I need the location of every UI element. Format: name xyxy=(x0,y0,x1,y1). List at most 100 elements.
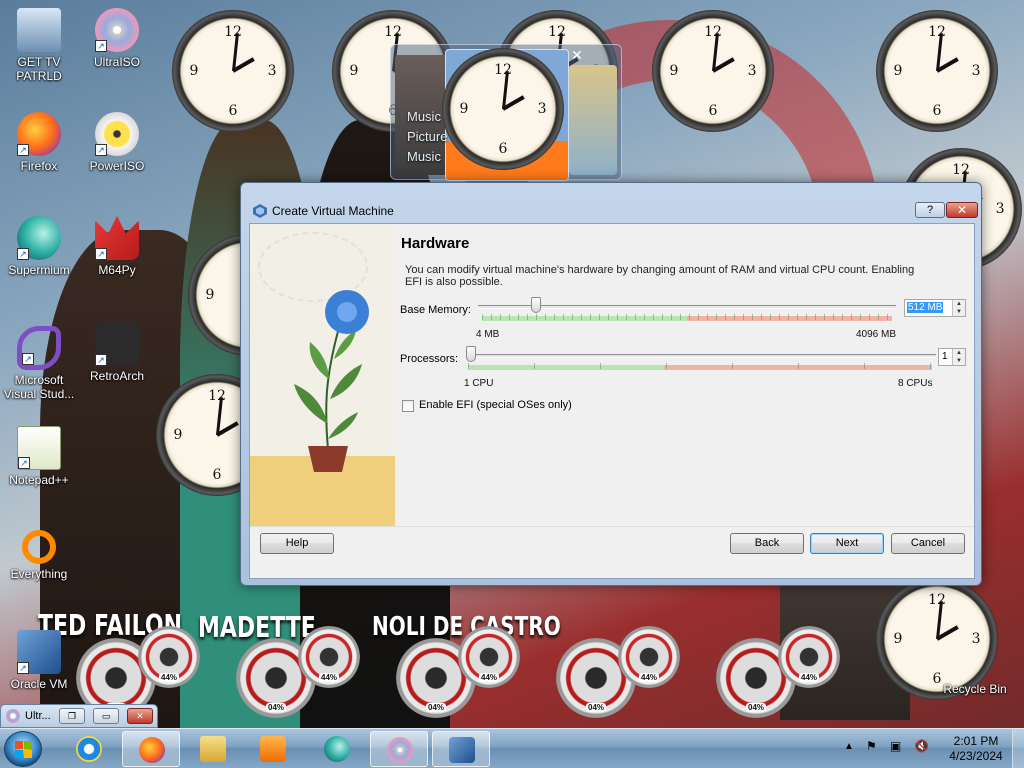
clock-gadget[interactable]: 12369 xyxy=(652,10,774,132)
disc-icon: ↗ xyxy=(95,8,139,52)
notepad-icon: ↗ xyxy=(17,426,61,470)
desktop-icon-ultraiso[interactable]: ↗ UltraISO xyxy=(80,8,154,69)
memory-gauge-gadget[interactable]: 44% xyxy=(618,626,680,688)
enable-efi-label[interactable]: Enable EFI (special OSes only) xyxy=(419,399,572,411)
dialog-content: Hardware You can modify virtual machine'… xyxy=(249,223,975,579)
cancel-button[interactable]: Cancel xyxy=(891,533,965,554)
memory-gauge-value: 44% xyxy=(478,673,500,682)
disc-icon xyxy=(6,709,20,723)
processors-slider-track[interactable] xyxy=(466,354,936,358)
page-description: You can modify virtual machine's hardwar… xyxy=(405,264,915,288)
restore-button[interactable]: ❐ xyxy=(59,708,85,724)
action-center-flag-icon[interactable]: ⚑ xyxy=(866,739,877,753)
desktop-icon-retroarch[interactable]: ↗ RetroArch xyxy=(80,322,154,383)
dialog-title: Create Virtual Machine xyxy=(272,204,394,218)
desktop-icon-label: Supermium xyxy=(8,263,70,277)
minimized-window-title: Ultr... xyxy=(25,710,51,722)
desktop-icon-m64py[interactable]: ↗ M64Py xyxy=(80,216,154,277)
base-memory-max-label: 4096 MB xyxy=(856,329,897,340)
desktop-icon-supermium[interactable]: ↗ Supermium xyxy=(2,216,76,277)
windows-logo-icon xyxy=(15,741,32,758)
desktop-icon-everything[interactable]: Everything xyxy=(2,530,76,581)
thumbnail-menu-item: Picture xyxy=(407,129,448,144)
disc-icon: ↗ xyxy=(95,112,139,156)
desktop-icon-label: UltraISO xyxy=(93,55,140,69)
taskbar-file-explorer[interactable] xyxy=(184,731,242,767)
cpu-gauge-value: 04% xyxy=(585,703,607,712)
close-button[interactable]: ✕ xyxy=(127,708,153,724)
base-memory-value[interactable]: 512 MB xyxy=(907,302,944,313)
page-title: Hardware xyxy=(401,235,470,252)
base-memory-ticks xyxy=(482,314,892,320)
memory-gauge-gadget[interactable]: 44% xyxy=(298,626,360,688)
clock-gadget[interactable]: 12369 xyxy=(442,48,564,170)
memory-gauge-value: 44% xyxy=(318,673,340,682)
maximize-button[interactable]: ▭ xyxy=(93,708,119,724)
desktop-icon-oracle-vm[interactable]: ↗ Oracle VM xyxy=(2,630,76,691)
minimized-window-ultraiso[interactable]: Ultr... ❐ ▭ ✕ xyxy=(0,704,158,728)
desktop-icon-get-tv-patrld[interactable]: GET TV PATRLD xyxy=(2,8,76,83)
retroarch-icon: ↗ xyxy=(95,322,139,366)
start-button[interactable] xyxy=(4,731,42,767)
spin-arrows-icon[interactable]: ▲ ▼ xyxy=(952,300,965,316)
desktop-icon-label: PowerISO xyxy=(89,159,145,173)
show-hidden-icons-icon[interactable]: ▲ xyxy=(844,741,854,752)
processors-label: Processors: xyxy=(400,353,459,365)
desktop-icon-label: Microsoft Visual Stud... xyxy=(3,373,75,401)
banner-text: MADETTE xyxy=(198,612,316,645)
processors-ticks xyxy=(468,363,932,369)
firefox-icon xyxy=(139,737,165,763)
back-button[interactable]: Back xyxy=(730,533,804,554)
processors-value[interactable]: 1 xyxy=(941,351,949,362)
thumbnail-card[interactable] xyxy=(569,65,617,175)
taskbar-ultraiso[interactable] xyxy=(370,731,428,767)
desktop-icon-label: M64Py xyxy=(98,263,136,277)
processors-spinbox[interactable]: 1 ▲ ▼ xyxy=(938,348,966,366)
enable-efi-checkbox[interactable] xyxy=(402,400,414,412)
dialog-button-bar: Help Back Next Cancel xyxy=(250,526,974,578)
help-button[interactable]: Help xyxy=(260,533,334,554)
help-titlebar-button[interactable]: ? xyxy=(915,202,945,218)
taskbar-media-player[interactable] xyxy=(244,731,302,767)
network-icon[interactable]: ▣ xyxy=(890,739,901,753)
thumbnail-menu-item: Music xyxy=(407,149,441,164)
memory-gauge-gadget[interactable]: 44% xyxy=(458,626,520,688)
show-desktop-button[interactable] xyxy=(1012,729,1024,768)
desktop-icon-label: Oracle VM xyxy=(10,677,68,691)
taskbar-clock[interactable]: 2:01 PM 4/23/2024 xyxy=(944,734,1008,764)
taskbar-internet-explorer[interactable] xyxy=(60,731,118,767)
virtualbox-icon xyxy=(449,737,475,763)
taskbar: ▲ ⚑ ▣ 🔇 2:01 PM 4/23/2024 xyxy=(0,728,1024,768)
spin-arrows-icon[interactable]: ▲ ▼ xyxy=(952,349,965,365)
volume-muted-icon[interactable]: 🔇 xyxy=(914,739,929,753)
visual-studio-icon: ↗ xyxy=(17,326,61,370)
clock-gadget[interactable]: 12369 xyxy=(876,10,998,132)
memory-gauge-gadget[interactable]: 44% xyxy=(778,626,840,688)
taskbar-supermium[interactable] xyxy=(308,731,366,767)
desktop-icon-recycle-bin[interactable]: Recycle Bin xyxy=(938,682,1012,696)
close-button[interactable]: ✕ xyxy=(946,202,978,218)
virtualbox-icon: ↗ xyxy=(17,630,61,674)
processors-slider-handle[interactable] xyxy=(466,346,476,362)
clock-gadget[interactable]: 12369 xyxy=(172,10,294,132)
firefox-icon: ↗ xyxy=(17,112,61,156)
base-memory-spinbox[interactable]: 512 MB ▲ ▼ xyxy=(904,299,966,317)
processors-max-label: 8 CPUs xyxy=(898,378,933,389)
desktop-icon-microsoft-visual-studio[interactable]: ↗ Microsoft Visual Stud... xyxy=(2,326,76,401)
next-button[interactable]: Next xyxy=(810,533,884,554)
desktop-icon-firefox[interactable]: ↗ Firefox xyxy=(2,112,76,173)
base-memory-slider-handle[interactable] xyxy=(531,297,541,313)
desktop-icon-notepad-plus-plus[interactable]: ↗ Notepad++ xyxy=(2,426,76,487)
thumbnail-close-icon[interactable]: ✕ xyxy=(569,47,585,63)
browser-icon xyxy=(324,736,350,762)
desktop-icon-poweriso[interactable]: ↗ PowerISO xyxy=(80,112,154,173)
taskbar-virtualbox[interactable] xyxy=(432,731,490,767)
internet-explorer-icon xyxy=(76,736,102,762)
taskbar-firefox[interactable] xyxy=(122,731,180,767)
dialog-titlebar[interactable]: Create Virtual Machine ? ✕ xyxy=(249,201,978,221)
desktop-icon-label: Firefox xyxy=(20,159,58,173)
computer-icon xyxy=(17,8,61,52)
memory-gauge-gadget[interactable]: 44% xyxy=(138,626,200,688)
desktop-icon-label: Everything xyxy=(10,567,68,581)
desktop-icon-label: Recycle Bin xyxy=(943,682,1007,696)
